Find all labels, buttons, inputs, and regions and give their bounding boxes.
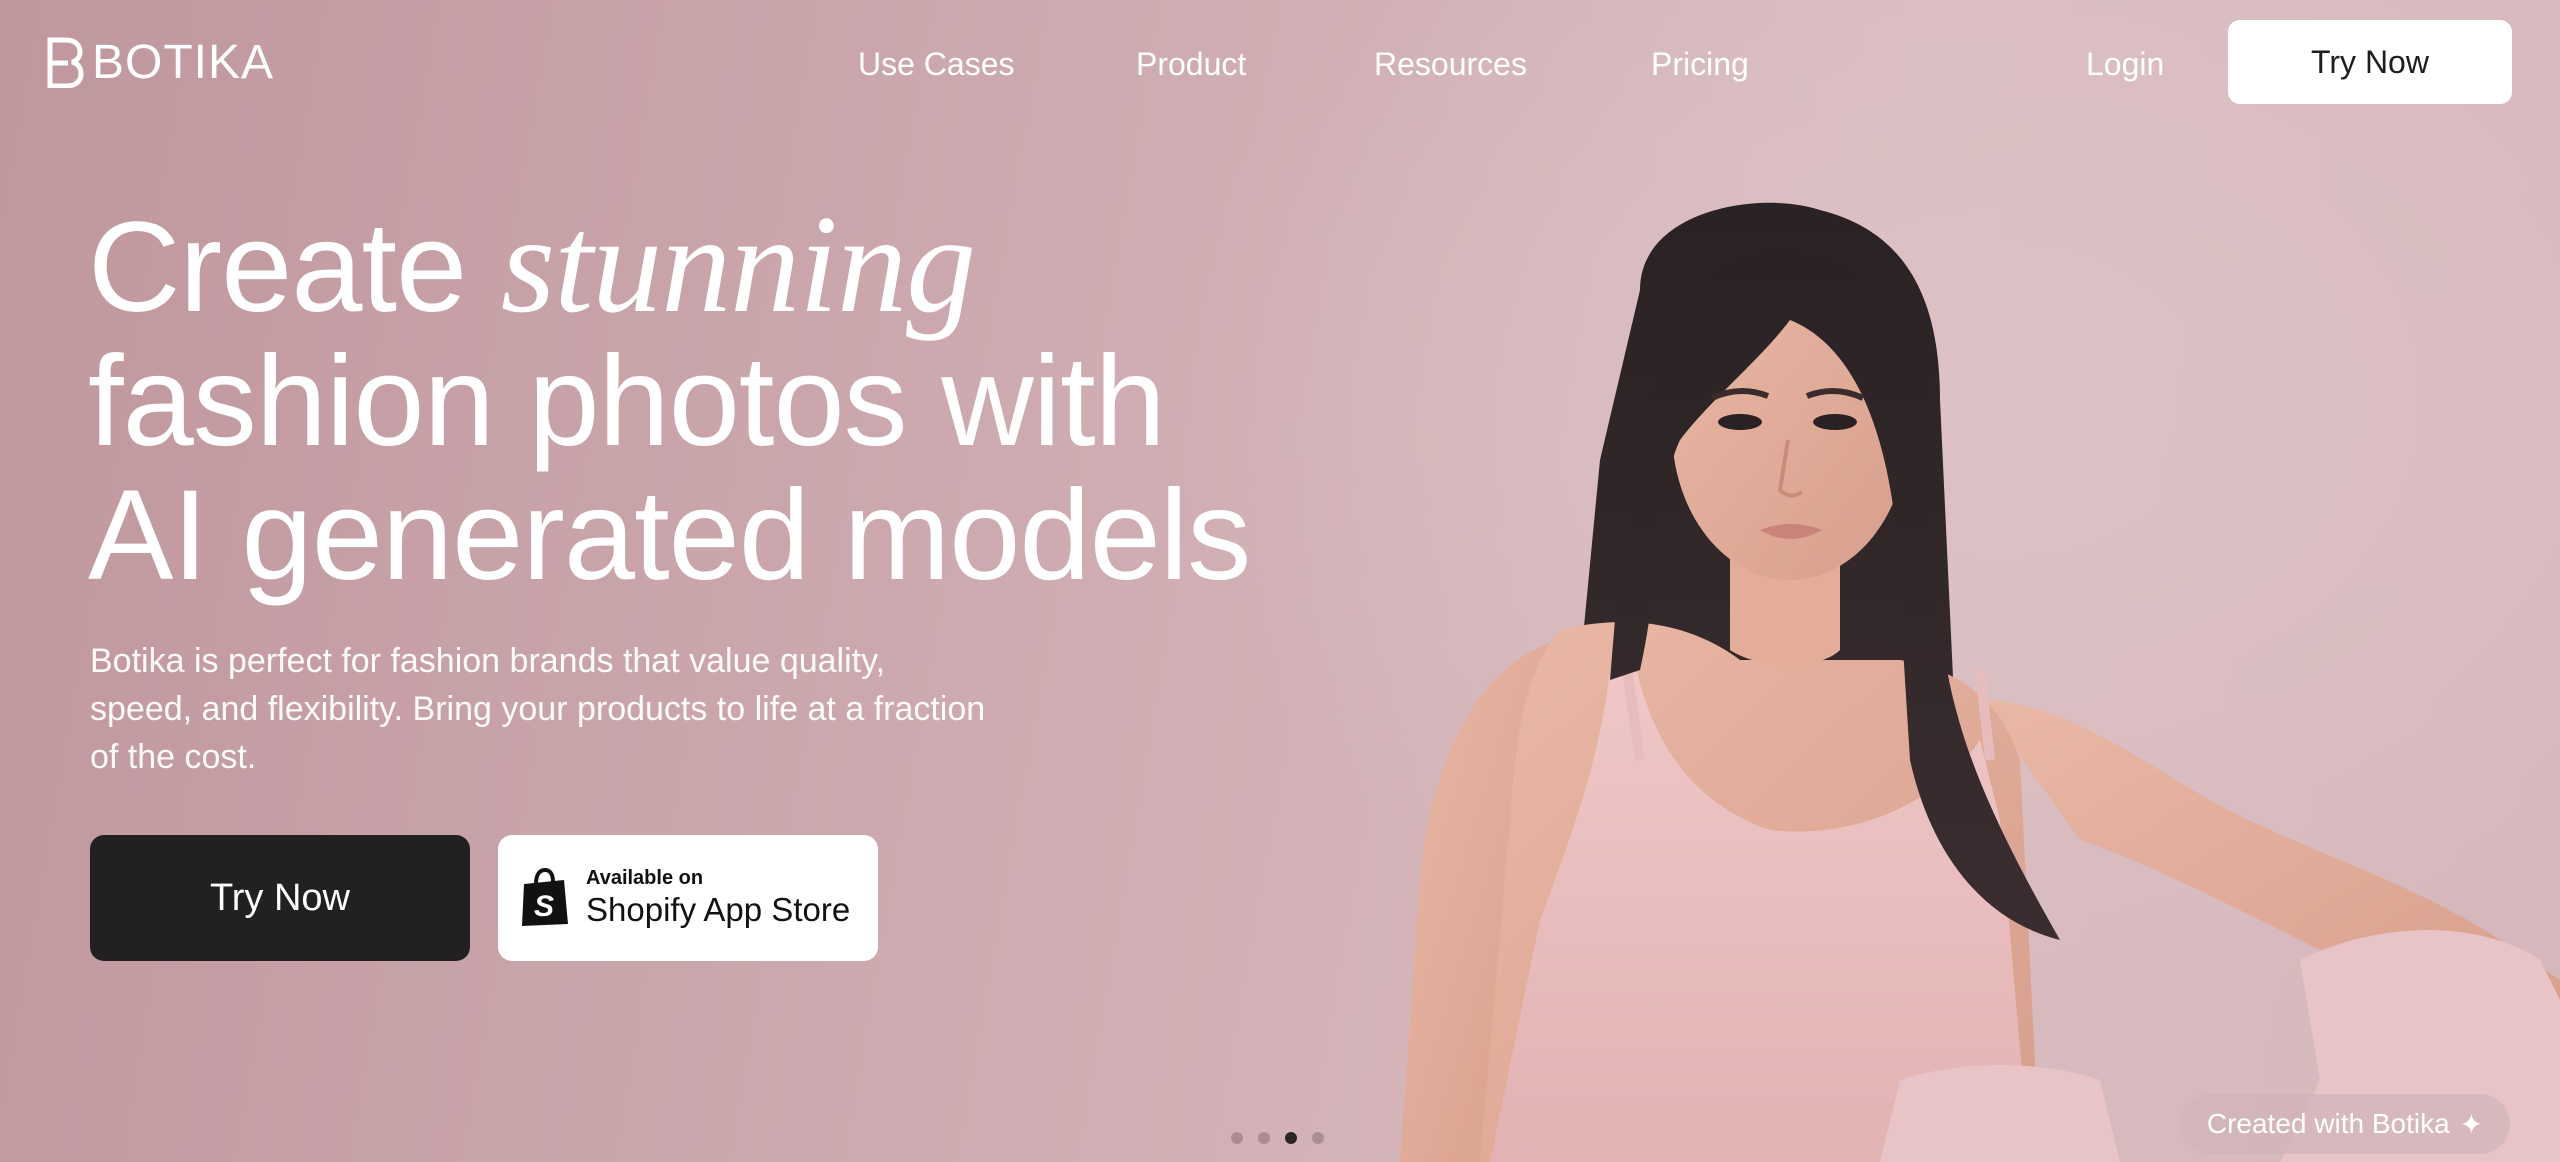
- headline-line-3: AI generated models: [88, 464, 1251, 607]
- headline-create: Create: [88, 196, 501, 339]
- model-photo: [1400, 202, 2560, 1162]
- carousel-dot-1[interactable]: [1231, 1132, 1243, 1144]
- sparkle-icon: ✦: [2459, 1108, 2484, 1140]
- nav-link-use-cases[interactable]: Use Cases: [858, 40, 1015, 88]
- nav-link-resources[interactable]: Resources: [1374, 40, 1527, 88]
- shopify-bag-icon: S: [522, 868, 568, 926]
- badge-label: Created with Botika: [2206, 1108, 2450, 1139]
- top-navigation: BOTIKA Use Cases Product Resources Prici…: [0, 0, 2560, 126]
- brand-logo[interactable]: BOTIKA: [46, 34, 274, 90]
- login-link[interactable]: Login: [2086, 40, 2164, 88]
- carousel-dot-4[interactable]: [1312, 1132, 1324, 1144]
- shopify-available-on: Available on: [586, 867, 704, 889]
- nav-try-now-button[interactable]: Try Now: [2228, 20, 2512, 104]
- nav-link-pricing[interactable]: Pricing: [1651, 40, 1749, 88]
- shopify-app-store-button[interactable]: S Available on Shopify App Store: [498, 835, 878, 961]
- created-with-botika-badge: Created with Botika ✦: [2180, 1094, 2510, 1154]
- hero-section: BOTIKA Use Cases Product Resources Prici…: [0, 0, 2560, 1162]
- headline-line-1: Create stunning: [88, 195, 1250, 335]
- hero-subtext: Botika is perfect for fashion brands tha…: [90, 642, 986, 776]
- nav-link-product[interactable]: Product: [1136, 40, 1246, 88]
- carousel-dot-2[interactable]: [1258, 1132, 1270, 1144]
- svg-text:S: S: [534, 890, 554, 923]
- carousel-dot-3-active[interactable]: [1285, 1132, 1297, 1144]
- shopify-app-store-label: Shopify App Store: [586, 891, 851, 928]
- shopify-text: Available on Shopify App Store: [586, 866, 850, 930]
- headline-stunning: stunning: [500, 187, 976, 342]
- botika-b-icon: [47, 37, 84, 88]
- hero-headline: Create stunning fashion photos with AI g…: [88, 195, 1251, 607]
- headline-line-2: fashion photos with: [88, 330, 1166, 473]
- hero-try-now-button[interactable]: Try Now: [90, 835, 470, 961]
- carousel-dots: [1231, 1132, 1324, 1144]
- brand-name: BOTIKA: [92, 35, 275, 89]
